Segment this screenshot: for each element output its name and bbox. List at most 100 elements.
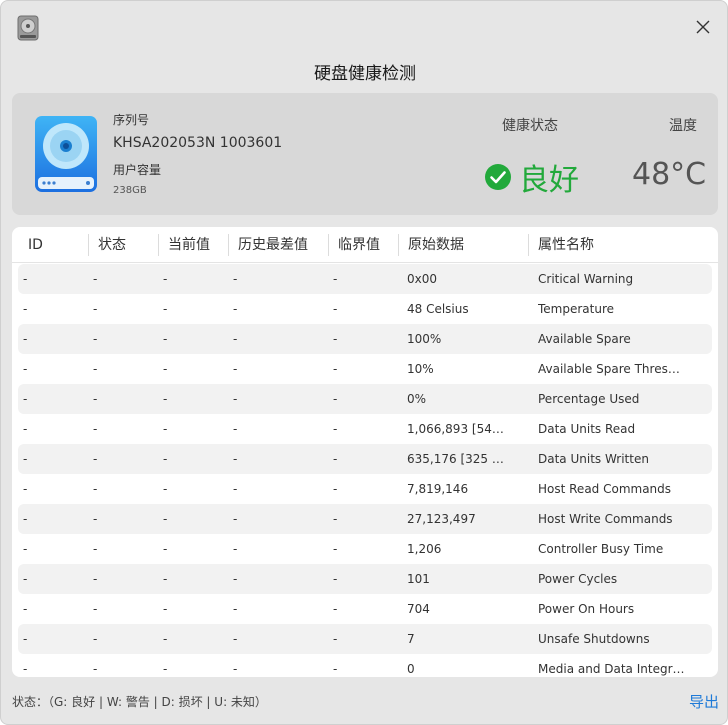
- cell-name: Critical Warning: [538, 272, 634, 286]
- table-row[interactable]: - - - - - 10% Available Spare Thres…: [18, 354, 712, 384]
- cell-name: Media and Data Integr…: [538, 662, 685, 676]
- cell-id: -: [23, 392, 28, 406]
- cell-worst: -: [233, 392, 238, 406]
- header-threshold[interactable]: 临界值: [338, 227, 380, 263]
- cell-status: -: [93, 662, 98, 676]
- export-button[interactable]: 导出: [689, 691, 719, 712]
- table-header: ID 状态 当前值 历史最差值 临界值 原始数据 属性名称: [12, 227, 718, 263]
- cell-status: -: [93, 572, 98, 586]
- cell-id: -: [23, 632, 28, 646]
- cell-worst: -: [233, 482, 238, 496]
- table-row[interactable]: - - - - - 704 Power On Hours: [18, 594, 712, 624]
- cell-status: -: [93, 272, 98, 286]
- capacity-value: 238GB: [113, 185, 147, 196]
- cell-raw: 10%: [407, 362, 434, 376]
- serial-label: 序列号: [113, 113, 150, 127]
- cell-current: -: [163, 422, 168, 436]
- cell-threshold: -: [333, 602, 338, 616]
- cell-current: -: [163, 362, 168, 376]
- cell-id: -: [23, 452, 28, 466]
- check-circle-icon: [485, 164, 511, 190]
- header-worst[interactable]: 历史最差值: [238, 227, 308, 263]
- disk-app-icon: [17, 15, 39, 41]
- column-divider: [158, 234, 159, 256]
- column-divider: [398, 234, 399, 256]
- cell-worst: -: [233, 332, 238, 346]
- cell-id: -: [23, 482, 28, 496]
- cell-worst: -: [233, 662, 238, 676]
- cell-name: Power On Hours: [538, 602, 635, 616]
- table-row[interactable]: - - - - - 1,206 Controller Busy Time: [18, 534, 712, 564]
- cell-raw: 7: [407, 632, 415, 646]
- cell-raw: 1,066,893 [54…: [407, 422, 504, 436]
- cell-status: -: [93, 452, 98, 466]
- cell-worst: -: [233, 302, 238, 316]
- header-id[interactable]: ID: [28, 227, 43, 263]
- cell-worst: -: [233, 452, 238, 466]
- temperature-label: 温度: [669, 118, 697, 134]
- cell-current: -: [163, 602, 168, 616]
- cell-threshold: -: [333, 452, 338, 466]
- cell-current: -: [163, 332, 168, 346]
- table-row[interactable]: - - - - - 48 Celsius Temperature: [18, 294, 712, 324]
- cell-current: -: [163, 542, 168, 556]
- capacity-label: 用户容量: [113, 163, 162, 177]
- cell-name: Unsafe Shutdowns: [538, 632, 650, 646]
- column-divider: [528, 234, 529, 256]
- cell-id: -: [23, 542, 28, 556]
- column-divider: [88, 234, 89, 256]
- cell-current: -: [163, 512, 168, 526]
- cell-id: -: [23, 602, 28, 616]
- table-row[interactable]: - - - - - 7,819,146 Host Read Commands: [18, 474, 712, 504]
- table-row[interactable]: - - - - - 100% Available Spare: [18, 324, 712, 354]
- cell-status: -: [93, 602, 98, 616]
- serial-value: KHSA202053N 1003601: [113, 135, 283, 151]
- header-attribute-name[interactable]: 属性名称: [538, 227, 594, 263]
- cell-status: -: [93, 362, 98, 376]
- cell-threshold: -: [333, 392, 338, 406]
- temperature-value: 48°C: [632, 157, 707, 192]
- cell-id: -: [23, 302, 28, 316]
- smart-attributes-table: ID 状态 当前值 历史最差值 临界值 原始数据 属性名称 - - - - - 0x00 C…: [12, 227, 718, 677]
- table-row[interactable]: - - - - - 0x00 Critical Warning: [18, 264, 712, 294]
- cell-raw: 0%: [407, 392, 427, 406]
- cell-threshold: -: [333, 632, 338, 646]
- cell-threshold: -: [333, 422, 338, 436]
- cell-current: -: [163, 452, 168, 466]
- cell-name: Available Spare: [538, 332, 631, 346]
- table-row[interactable]: - - - - - 101 Power Cycles: [18, 564, 712, 594]
- table-row[interactable]: - - - - - 635,176 [325 … Data Units Written: [18, 444, 712, 474]
- cell-name: Power Cycles: [538, 572, 618, 586]
- table-row[interactable]: - - - - - 0 Media and Data Integr…: [18, 654, 712, 677]
- cell-threshold: -: [333, 662, 338, 676]
- cell-status: -: [93, 632, 98, 646]
- cell-current: -: [163, 662, 168, 676]
- close-icon: [696, 20, 710, 34]
- cell-id: -: [23, 272, 28, 286]
- cell-name: Host Write Commands: [538, 512, 673, 526]
- table-row[interactable]: - - - - - 1,066,893 [54… Data Units Read: [18, 414, 712, 444]
- header-status[interactable]: 状态: [98, 227, 126, 263]
- cell-id: -: [23, 572, 28, 586]
- cell-raw: 0x00: [407, 272, 438, 286]
- cell-current: -: [163, 302, 168, 316]
- table-row[interactable]: - - - - - 0% Percentage Used: [18, 384, 712, 414]
- cell-name: Percentage Used: [538, 392, 640, 406]
- cell-raw: 704: [407, 602, 430, 616]
- cell-threshold: -: [333, 512, 338, 526]
- cell-raw: 100%: [407, 332, 442, 346]
- cell-threshold: -: [333, 572, 338, 586]
- health-status-label: 健康状态: [502, 118, 558, 134]
- cell-raw: 0: [407, 662, 415, 676]
- table-row[interactable]: - - - - - 7 Unsafe Shutdowns: [18, 624, 712, 654]
- cell-status: -: [93, 512, 98, 526]
- cell-id: -: [23, 422, 28, 436]
- cell-raw: 1,206: [407, 542, 442, 556]
- cell-name: Host Read Commands: [538, 482, 672, 496]
- header-current[interactable]: 当前值: [168, 227, 210, 263]
- close-button[interactable]: [691, 15, 715, 39]
- cell-threshold: -: [333, 362, 338, 376]
- table-row[interactable]: - - - - - 27,123,497 Host Write Commands: [18, 504, 712, 534]
- cell-raw: 7,819,146: [407, 482, 469, 496]
- header-raw[interactable]: 原始数据: [408, 227, 464, 263]
